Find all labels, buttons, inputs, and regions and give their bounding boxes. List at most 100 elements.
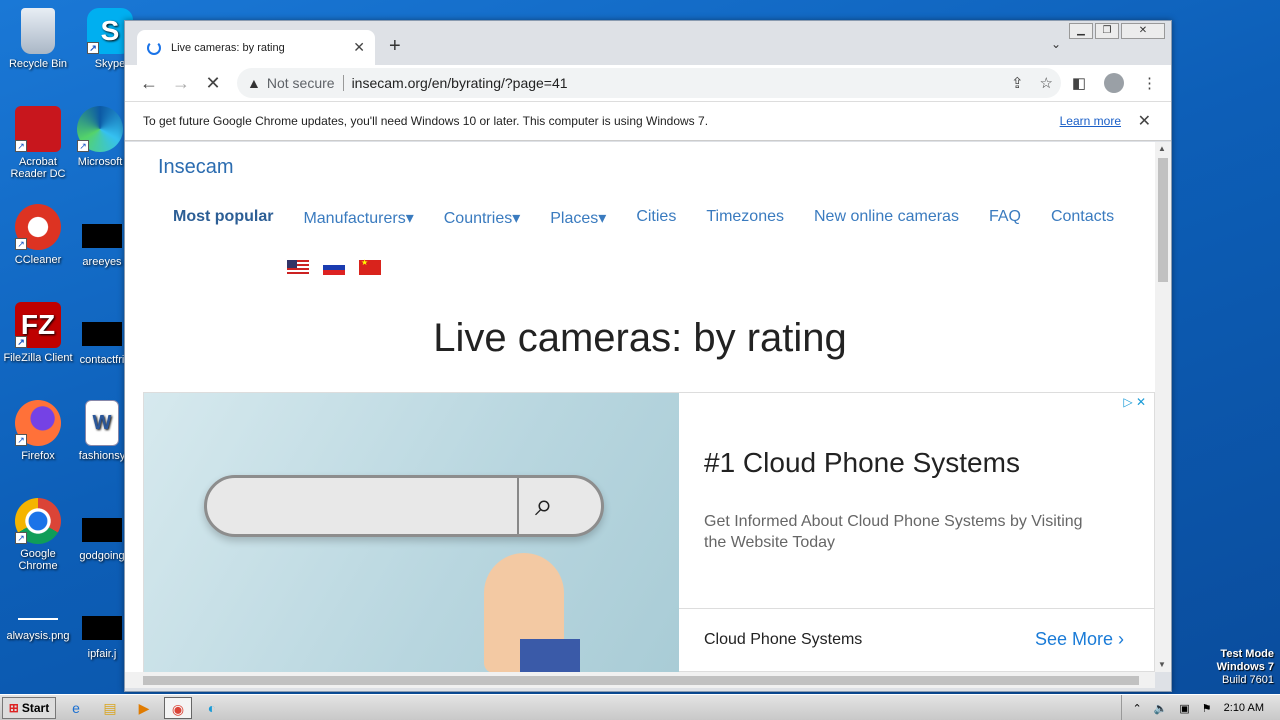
desktop-icon-label: ipfair.j [87,648,117,660]
desktop-icon-label: CCleaner [14,254,62,266]
stop-loading-button[interactable]: ✕ [197,73,229,94]
advertisement[interactable]: ⌕ ▷ ✕ #1 Cloud Phone Systems Get Informe… [143,392,1155,672]
us-flag-icon[interactable] [287,260,309,275]
side-panel-icon[interactable]: ◧ [1072,74,1086,92]
ccleaner-icon: ↗ [15,204,61,250]
tab-strip: Live cameras: by rating ✕ + ⌄ [125,21,1171,65]
horizontal-scrollbar[interactable] [125,672,1155,688]
watermark-line: Test Mode [1220,648,1274,660]
forward-button[interactable]: → [165,73,197,94]
infobar-close-icon[interactable]: ✕ [1138,111,1151,131]
ad-see-more-link[interactable]: See More › [1035,629,1124,650]
ad-searchbar-illustration: ⌕ [204,475,604,537]
system-tray: ⌃ 🔈 ▣ ⚑ 2:10 AM [1121,695,1280,720]
tab-search-chevron-icon[interactable]: ⌄ [1051,37,1061,51]
watermark-line: Windows 7 [1216,661,1274,673]
desktop-icon-label: godgoing [79,550,125,562]
learn-more-link[interactable]: Learn more [1060,114,1121,128]
china-flag-icon[interactable] [359,258,381,275]
russia-flag-icon[interactable] [323,260,345,275]
update-infobar: To get future Google Chrome updates, you… [125,101,1171,141]
new-tab-button[interactable]: + [389,35,401,58]
ad-divider [679,608,1155,609]
desktop-icon-label: alwaysis.png [6,630,70,642]
nav-new-online-cameras[interactable]: New online cameras [814,208,959,228]
network-icon[interactable]: ▣ [1179,702,1189,715]
taskbar-media-player-icon[interactable]: ▶ [130,697,158,719]
nav-countries[interactable]: Countries▾ [444,208,521,228]
ad-image[interactable]: ⌕ [144,393,679,672]
url-text[interactable]: insecam.org/en/byrating/?page=41 [352,75,568,91]
nav-contacts[interactable]: Contacts [1051,208,1114,228]
desktop-icon-label: Recycle Bin [8,58,68,70]
start-button[interactable]: ⊞ Start [2,696,56,719]
taskbar-ie-icon[interactable]: e [62,697,90,719]
chrome-window: ▁ ❐ ✕ Live cameras: by rating ✕ + ⌄ ← → … [124,20,1172,692]
ad-footer-text[interactable]: Cloud Phone Systems [704,631,862,649]
taskbar-explorer-icon[interactable]: ▤ [96,697,124,719]
tray-expand-icon[interactable]: ⌃ [1132,702,1141,715]
menu-kebab-icon[interactable]: ⋮ [1142,74,1157,92]
nav-most-popular[interactable]: Most popular [173,208,273,228]
scroll-up-arrow-icon[interactable]: ▲ [1158,144,1166,153]
nav-places[interactable]: Places▾ [550,208,606,228]
desktop-icon-label: Microsoft [77,156,123,168]
security-label[interactable]: Not secure [267,75,335,91]
page-title: Live cameras: by rating [433,316,847,360]
chrome-icon: ↗ [15,498,61,544]
tab-active[interactable]: Live cameras: by rating ✕ [137,30,375,65]
desktop-icon-label: contactfri [79,354,125,366]
ad-headline[interactable]: #1 Cloud Phone Systems [704,447,1020,479]
volume-icon[interactable]: 🔈 [1154,702,1168,715]
adchoices-icon[interactable]: ▷ ✕ [1123,395,1146,409]
desktop-icon-recycle-bin[interactable]: Recycle Bin [0,8,76,70]
profile-avatar-icon[interactable] [1104,73,1124,93]
file-thumbnail-icon [82,518,122,542]
desktop-icon-label: FileZilla Client [3,352,73,364]
clock[interactable]: 2:10 AM [1224,702,1264,714]
file-thumbnail-icon [82,224,122,248]
language-flags [287,258,381,275]
nav-faq[interactable]: FAQ [989,208,1021,228]
file-thumbnail-icon [82,616,122,640]
taskbar-edge-icon[interactable]: ◐ [198,697,226,719]
firefox-icon: ↗ [15,400,61,446]
watermark-line: Build 7601 [1222,674,1274,686]
edge-icon: ↗ [77,106,123,152]
address-bar[interactable]: ▲ Not secure insecam.org/en/byrating/?pa… [237,68,1061,98]
word-document-icon: W [85,400,119,446]
windows-logo-icon: ⊞ [8,700,19,715]
site-nav: Most popular Manufacturers▾ Countries▾ P… [173,208,1114,228]
scroll-down-arrow-icon[interactable]: ▼ [1158,660,1166,669]
ad-body-text[interactable]: Get Informed About Cloud Phone Systems b… [704,511,1104,553]
tab-title: Live cameras: by rating [171,41,285,54]
horizontal-scroll-thumb[interactable] [143,676,1139,685]
nav-cities[interactable]: Cities [636,208,676,228]
omnibox-separator [342,75,344,91]
vertical-scrollbar[interactable]: ▲ ▼ [1155,142,1171,672]
desktop-icon-label: Firefox [21,450,55,462]
image-file-icon [18,618,58,620]
sleeve-illustration [520,639,580,672]
nav-timezones[interactable]: Timezones [706,208,784,228]
vertical-scroll-thumb[interactable] [1158,158,1168,282]
warning-icon[interactable]: ▲ [247,75,261,91]
desktop-icon-label: Acrobat Reader DC [10,156,66,180]
acrobat-icon: ↗ [15,106,61,152]
desktop-icon-label: fashionsy [78,450,126,462]
desktop-icon-label: Skype [94,58,126,70]
site-brand-link[interactable]: Insecam [158,156,234,179]
taskbar-chrome-icon[interactable]: ◉ [164,696,192,719]
start-label: Start [21,700,50,715]
taskbar: ⊞ Start e ▤ ▶ ◉ ◐ ⌃ 🔈 ▣ ⚑ 2:10 AM [0,694,1280,720]
nav-manufacturers[interactable]: Manufacturers▾ [303,208,413,228]
back-button[interactable]: ← [133,73,165,94]
tab-close-icon[interactable]: ✕ [353,39,365,56]
bookmark-star-icon[interactable]: ☆ [1040,74,1053,92]
recycle-bin-icon [21,8,55,54]
test-mode-watermark: Test Mode Windows 7 Build 7601 [1217,648,1274,687]
infobar-message: To get future Google Chrome updates, you… [143,114,709,128]
chevron-right-icon: › [1118,629,1124,649]
share-icon[interactable]: ⇪ [1011,74,1024,92]
flag-icon[interactable]: ⚑ [1202,702,1212,715]
